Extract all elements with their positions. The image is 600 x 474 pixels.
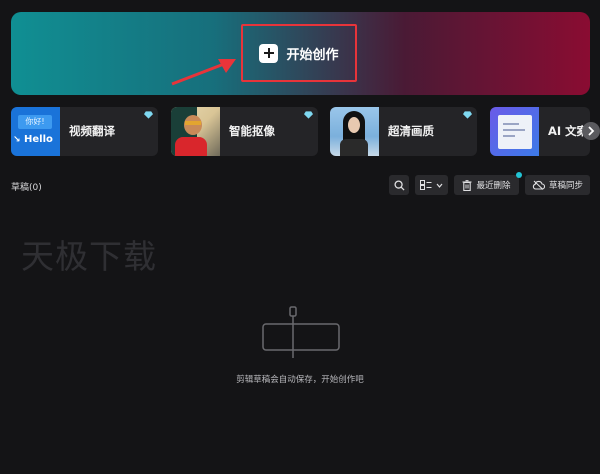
hd-quality-thumbnail (330, 107, 379, 156)
tools-next-button[interactable] (582, 122, 600, 140)
draft-sync-label: 草稿同步 (548, 181, 583, 191)
tool-label-hd-quality: 超清画质 (388, 124, 434, 138)
trash-icon (462, 179, 472, 191)
notification-dot (516, 172, 522, 178)
view-mode-dropdown[interactable] (415, 175, 448, 195)
start-creation-button[interactable]: 开始创作 (241, 24, 357, 82)
chevron-down-icon (436, 183, 443, 188)
diamond-icon (144, 111, 153, 119)
thumb-text-nihao: 你好! (18, 115, 52, 129)
video-translate-thumbnail: 你好! ↘ Hello (11, 107, 60, 156)
recent-delete-label: 最近删除 (476, 181, 511, 191)
tool-label-video-translate: 视频翻译 (69, 124, 115, 138)
tool-label-smart-cutout: 智能抠像 (229, 124, 275, 138)
tool-card-video-translate[interactable]: 你好! ↘ Hello 视频翻译 (11, 107, 158, 156)
diamond-icon (463, 111, 472, 119)
tool-card-hd-quality[interactable]: 超清画质 (330, 107, 477, 156)
search-icon (393, 179, 405, 191)
tool-card-ai-copywriting[interactable]: AI 文案 (490, 107, 590, 156)
empty-state-message: 剪辑草稿会自动保存，开始创作吧 (236, 375, 364, 385)
smart-cutout-thumbnail (171, 107, 220, 156)
draft-sync-button[interactable]: 草稿同步 (525, 175, 590, 195)
search-button[interactable] (389, 175, 409, 195)
cloud-sync-icon (532, 180, 545, 190)
plus-icon (259, 43, 279, 63)
recent-delete-button[interactable]: 最近删除 (454, 175, 519, 195)
watermark-text: 天极下载 (21, 237, 157, 276)
chevron-right-icon (588, 126, 595, 136)
grid-view-icon (420, 180, 432, 190)
drafts-title: 草稿(0) (11, 183, 42, 193)
diamond-icon (304, 111, 313, 119)
empty-drafts-illustration (262, 306, 340, 358)
red-arrow-annotation (171, 59, 236, 86)
tool-card-smart-cutout[interactable]: 智能抠像 (171, 107, 318, 156)
ai-copywriting-thumbnail (490, 107, 539, 156)
start-creation-label: 开始创作 (286, 47, 339, 63)
thumb-text-hello: ↘ Hello (13, 134, 53, 145)
